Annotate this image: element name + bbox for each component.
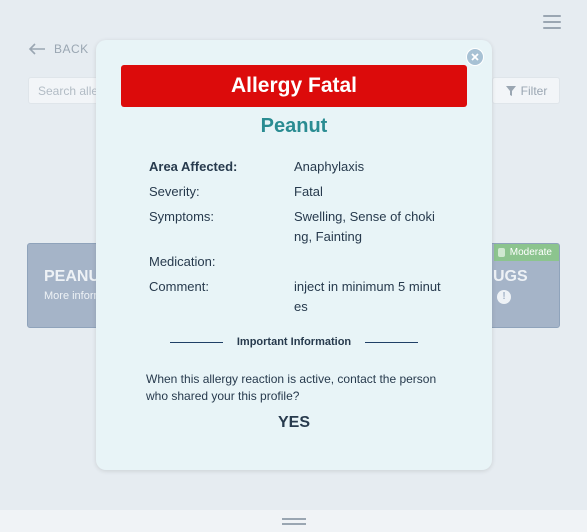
hamburger-menu-icon[interactable]	[543, 15, 561, 30]
filter-button[interactable]: Filter	[492, 77, 560, 104]
drag-handle-icon[interactable]	[282, 518, 306, 528]
yes-button[interactable]: YES	[264, 414, 324, 432]
detail-label-medication: Medication:	[149, 254, 216, 269]
back-arrow-icon	[28, 43, 45, 55]
allergy-card-drugs[interactable]: Moderate UGS !	[486, 243, 560, 328]
severity-badge: Moderate	[493, 244, 559, 261]
filter-icon	[505, 85, 516, 96]
card-title: UGS	[493, 268, 528, 285]
filter-label: Filter	[520, 83, 548, 98]
card-subtitle: More inform	[44, 290, 102, 302]
severity-badge-label: Moderate	[509, 247, 552, 258]
detail-value-severity: Fatal	[294, 184, 323, 199]
back-button[interactable]: BACK	[28, 42, 89, 56]
detail-value-symptoms: Swelling, Sense of choking, Fainting	[294, 209, 435, 244]
section-divider-label: Important Information	[236, 336, 352, 348]
detail-label-severity: Severity:	[149, 184, 200, 199]
card-title: PEANU	[44, 268, 101, 285]
close-icon	[471, 53, 479, 61]
detail-value-area: Anaphylaxis	[294, 159, 365, 174]
contact-question: When this allergy reaction is active, co…	[146, 372, 437, 403]
severity-icon	[497, 248, 505, 257]
back-label: BACK	[54, 42, 89, 56]
allergen-name: Peanut	[260, 115, 328, 137]
detail-label-symptoms: Symptoms:	[149, 209, 215, 224]
detail-value-comment: inject in minimum 5 minutes	[294, 279, 441, 314]
allergy-card-peanut[interactable]: PEANU More inform	[27, 243, 102, 328]
detail-label-area: Area Affected:	[149, 159, 238, 174]
alert-title: Allergy Fatal	[121, 65, 467, 107]
detail-label-comment: Comment:	[149, 279, 209, 294]
close-button[interactable]	[466, 48, 484, 66]
info-icon: !	[497, 290, 511, 304]
